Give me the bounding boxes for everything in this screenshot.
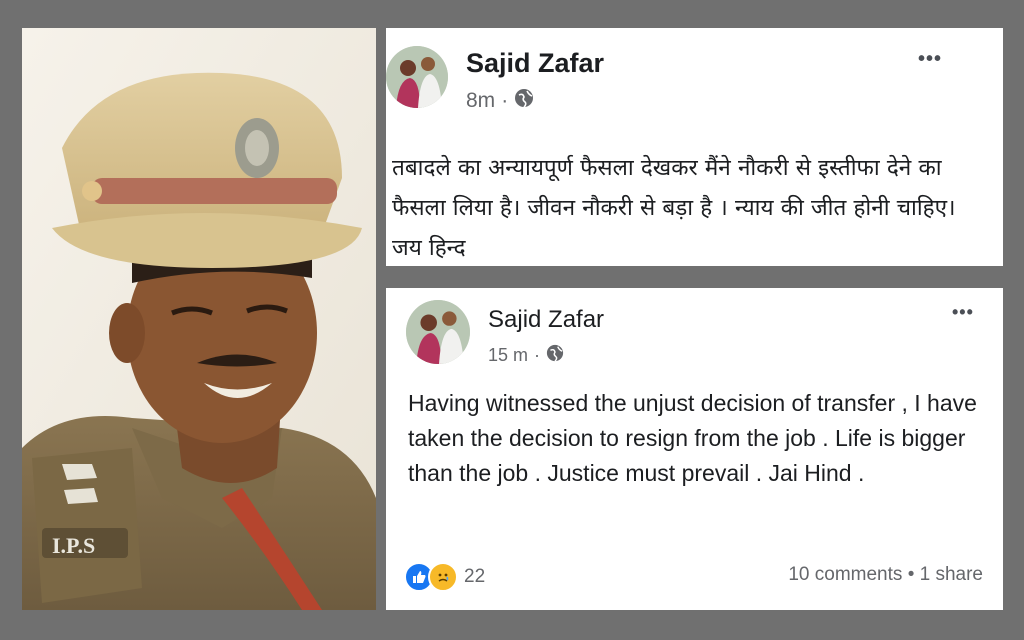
officer-photo: I.P.S (22, 28, 376, 610)
ips-badge-text: I.P.S (52, 533, 95, 558)
reactions-summary[interactable]: 22 (404, 562, 485, 592)
globe-icon (514, 88, 534, 114)
post-card-english: Sajid Zafar 15 m · ••• Having witnessed … (386, 288, 1003, 610)
sad-icon (428, 562, 458, 592)
more-options-icon[interactable]: ••• (952, 302, 974, 323)
stats-bullet: • (907, 564, 915, 585)
avatar[interactable] (406, 300, 470, 364)
post-meta: 8m · (466, 88, 534, 114)
post-time[interactable]: 15 m (488, 345, 528, 366)
avatar-image (406, 300, 470, 364)
post-text: Having witnessed the unjust decision of … (408, 390, 977, 486)
post-footer: 22 10 comments • 1 share (386, 546, 1003, 610)
officer-photo-illustration: I.P.S (22, 28, 376, 610)
post-text: तबादले का अन्यायपूर्ण फैसला देखकर मैंने … (392, 155, 956, 261)
globe-icon (546, 344, 564, 367)
shares-link[interactable]: 1 share (920, 564, 983, 585)
meta-separator: · (534, 345, 541, 365)
more-options-icon[interactable]: ••• (918, 48, 942, 71)
avatar[interactable] (386, 46, 448, 108)
avatar-image (386, 46, 448, 108)
reaction-count: 22 (464, 566, 486, 587)
author-name[interactable]: Sajid Zafar (466, 48, 604, 79)
post-meta: 15 m · (488, 344, 564, 367)
post-card-hindi: Sajid Zafar 8m · ••• तबादले का अन्यायपूर… (386, 28, 1003, 266)
post-stats: 10 comments • 1 share (788, 564, 983, 586)
author-name[interactable]: Sajid Zafar (488, 306, 604, 334)
meta-separator: · (501, 89, 509, 112)
comments-link[interactable]: 10 comments (788, 564, 902, 585)
post-time[interactable]: 8m (466, 89, 495, 113)
